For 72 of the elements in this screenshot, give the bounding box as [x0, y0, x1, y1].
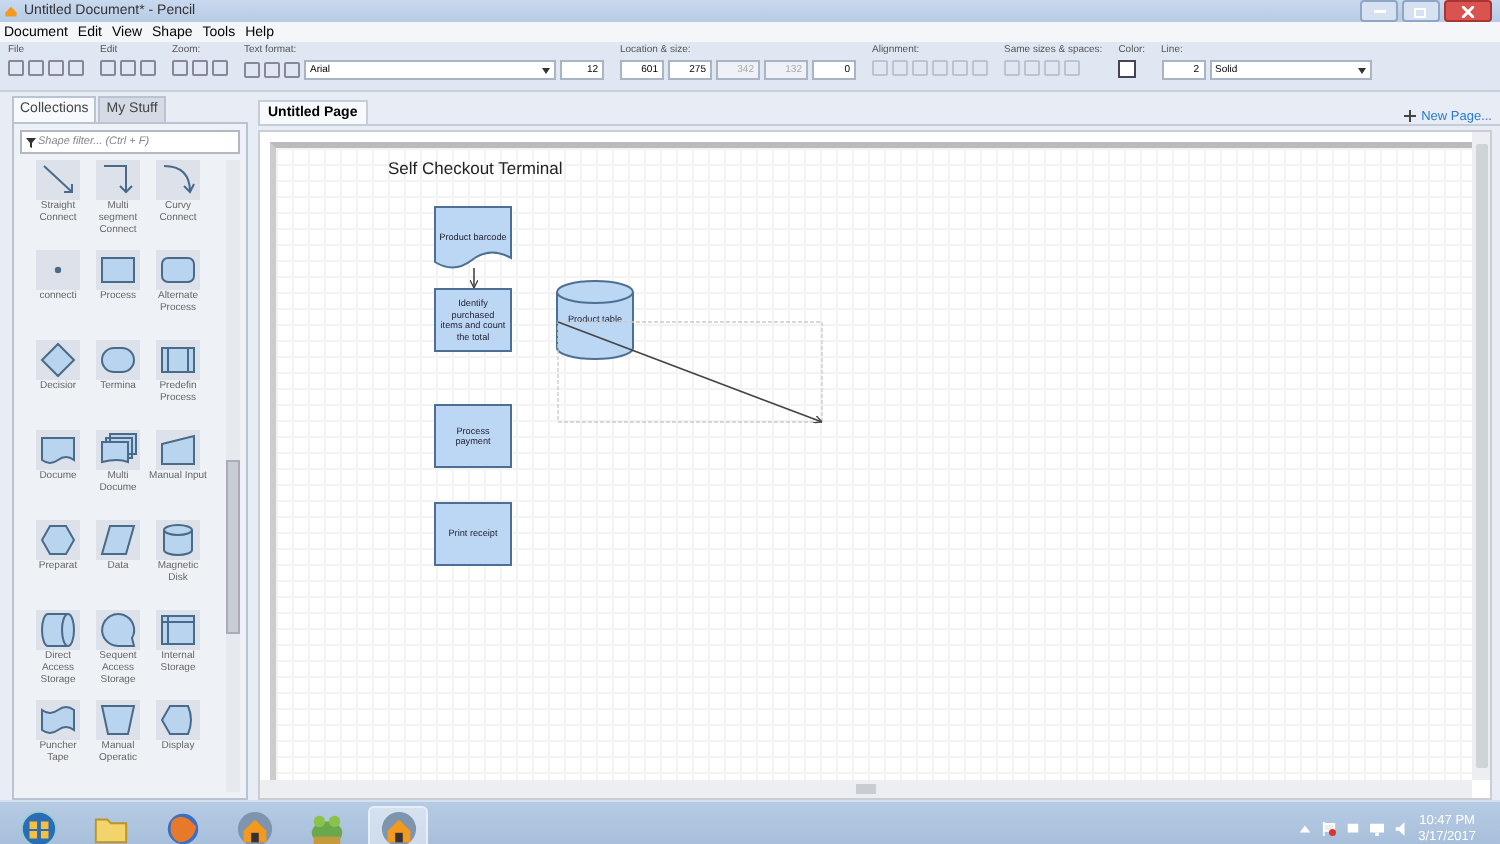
shape-tile[interactable]	[36, 610, 80, 650]
diagram-title[interactable]: Self Checkout Terminal	[388, 158, 563, 178]
tape-shape-icon	[101, 613, 136, 647]
predefined-shape-icon	[161, 347, 195, 373]
underline-icon[interactable]	[284, 62, 300, 78]
parallelogram-shape-icon	[100, 525, 136, 555]
caret-icon[interactable]	[1357, 67, 1366, 73]
start-orb-icon[interactable]	[19, 810, 57, 844]
document-shape-icon	[41, 437, 75, 464]
diamond-shape-icon	[40, 342, 76, 378]
straight-shape-icon	[43, 165, 73, 193]
app-icon	[4, 4, 18, 18]
italic-icon[interactable]	[264, 62, 280, 78]
arrow-connector[interactable]	[469, 267, 479, 289]
shape-tile[interactable]	[96, 430, 140, 470]
minimize-icon	[1373, 8, 1385, 14]
arrow-connector[interactable]	[557, 321, 823, 424]
shape-tile[interactable]	[36, 250, 80, 290]
caret-icon[interactable]	[542, 67, 550, 73]
shape-tile[interactable]	[96, 610, 140, 650]
scrollbar[interactable]	[1472, 132, 1490, 780]
elbow-shape-icon	[103, 165, 133, 194]
curve-shape-icon	[163, 165, 195, 193]
hexagon-shape-icon	[40, 525, 76, 555]
speaker-icon[interactable]	[1394, 822, 1409, 836]
rounded-shape-icon	[161, 257, 195, 283]
bold-icon[interactable]	[244, 62, 260, 78]
shape-tile[interactable]	[96, 340, 140, 380]
trapezoid-shape-icon	[100, 705, 136, 735]
plus-icon	[1403, 110, 1416, 122]
shape-tile[interactable]	[36, 430, 80, 470]
cylinder-shape-icon	[163, 524, 193, 556]
drum-shape-icon	[41, 613, 75, 647]
flag-icon[interactable]	[1322, 822, 1337, 836]
shape-tile[interactable]	[96, 700, 140, 740]
terminal-shape-icon	[101, 347, 135, 373]
shape-tile[interactable]	[36, 340, 80, 380]
close-button[interactable]	[1444, 0, 1492, 22]
frog-icon[interactable]	[307, 810, 345, 844]
network-icon[interactable]	[1346, 822, 1361, 836]
multidoc-shape-icon	[101, 433, 137, 463]
shape-tile[interactable]	[156, 610, 200, 650]
monitor-icon[interactable]	[1370, 822, 1385, 836]
punched-shape-icon	[41, 706, 75, 734]
house-icon[interactable]	[235, 810, 273, 844]
shape-tile[interactable]	[36, 160, 80, 200]
scrollbar[interactable]	[260, 780, 1472, 798]
manualinput-shape-icon	[161, 434, 195, 465]
dot-shape-icon	[54, 266, 62, 274]
display-shape-icon	[161, 705, 192, 735]
shape-tile[interactable]	[96, 250, 140, 290]
shape-tile[interactable]	[156, 520, 200, 560]
restore-icon	[1414, 5, 1428, 17]
filter-icon	[26, 137, 36, 147]
shape-tile[interactable]	[36, 700, 80, 740]
shape-tile[interactable]	[96, 520, 140, 560]
globe-icon[interactable]	[163, 810, 201, 844]
shape-tile[interactable]	[156, 430, 200, 470]
close-icon	[1462, 5, 1474, 17]
scrollbar[interactable]	[226, 160, 240, 792]
shape-tile[interactable]	[156, 160, 200, 200]
shape-tile[interactable]	[156, 700, 200, 740]
shape-tile[interactable]	[96, 160, 140, 200]
house-icon[interactable]	[379, 810, 417, 844]
shape-tile[interactable]	[156, 250, 200, 290]
internal-shape-icon	[161, 615, 195, 645]
color-swatch[interactable]	[1118, 60, 1137, 78]
shape-tile[interactable]	[36, 520, 80, 560]
rect-shape-icon	[101, 257, 135, 283]
minimize-button[interactable]	[1360, 0, 1398, 22]
shape-tile[interactable]	[156, 340, 200, 380]
restore-button[interactable]	[1402, 0, 1440, 22]
